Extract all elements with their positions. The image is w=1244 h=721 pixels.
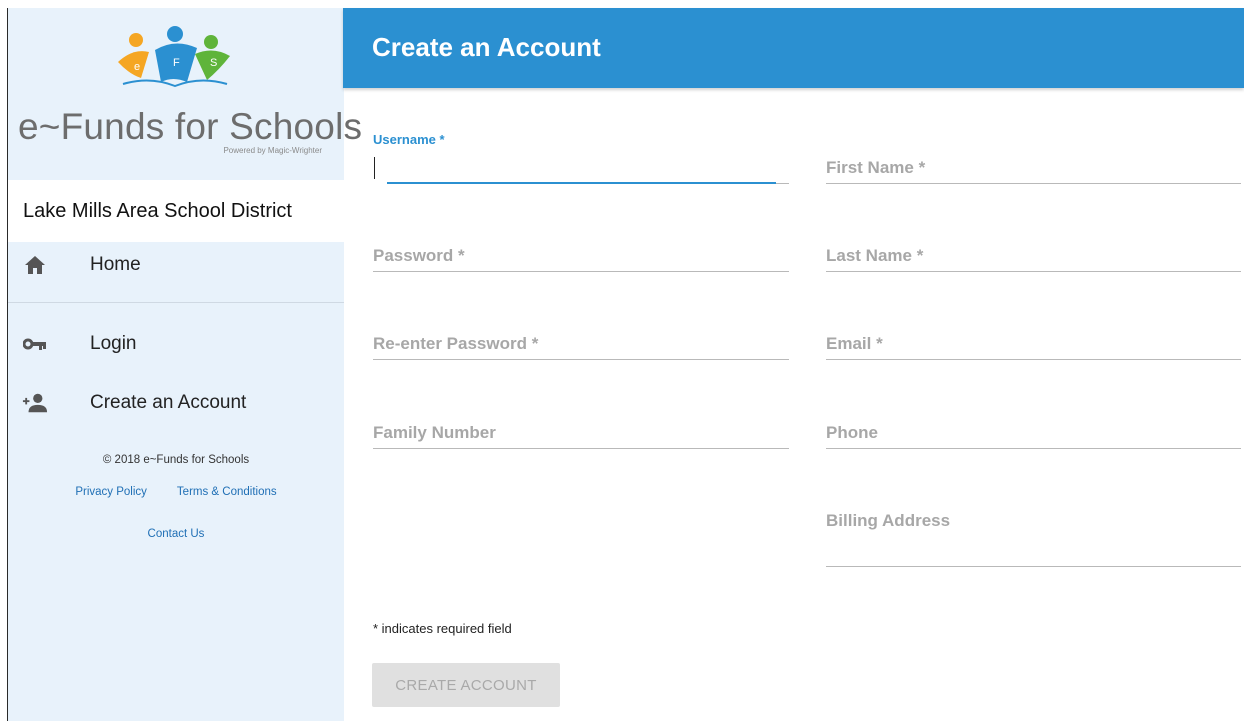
family-number-label: Family Number — [373, 423, 496, 442]
page-header: Create an Account — [343, 8, 1244, 88]
brand-tagline: Powered by Magic-Wrighter — [223, 146, 322, 155]
copyright: © 2018 e~Funds for Schools — [102, 454, 250, 466]
footer-contact: Contact Us — [8, 528, 344, 540]
username-label: Username * — [373, 132, 445, 147]
add-person-icon — [22, 391, 48, 415]
last-name-label: Last Name * — [826, 246, 924, 265]
reenter-password-underline — [373, 359, 789, 360]
sidebar-divider — [8, 302, 344, 303]
district-name: Lake Mills Area School District — [8, 180, 361, 242]
terms-link[interactable]: Terms & Conditions — [177, 486, 277, 498]
key-icon — [22, 332, 48, 356]
logo-letter-s: S — [210, 57, 217, 69]
brand-name: e~Funds for Schools — [18, 106, 363, 147]
home-icon — [22, 253, 48, 277]
password-underline — [373, 271, 789, 272]
contact-us-link[interactable]: Contact Us — [148, 528, 205, 540]
efs-logo-icon: e F S — [118, 26, 230, 88]
last-name-field[interactable]: Last Name * — [826, 245, 1241, 273]
username-underline-active — [387, 182, 776, 184]
billing-address-field[interactable]: Billing Address — [826, 510, 1241, 568]
first-name-underline — [826, 183, 1241, 184]
footer-links: Privacy Policy Terms & Conditions — [8, 486, 344, 498]
sidebar-item-label: Home — [90, 254, 141, 275]
email-underline — [826, 359, 1241, 360]
phone-underline — [826, 448, 1241, 449]
reenter-password-field[interactable]: Re-enter Password * — [373, 333, 789, 361]
privacy-policy-link[interactable]: Privacy Policy — [75, 486, 147, 498]
family-number-field[interactable]: Family Number — [373, 422, 789, 450]
username-input[interactable] — [374, 156, 792, 184]
sidebar: e F S e~Funds for Schools Powered by Mag… — [7, 8, 362, 721]
sidebar-item-login[interactable]: Login — [8, 324, 344, 364]
logo-letter-f: F — [173, 57, 180, 69]
create-account-button[interactable]: CREATE ACCOUNT — [372, 663, 560, 707]
email-label: Email * — [826, 334, 883, 353]
logo-letter-e: e — [134, 61, 140, 73]
first-name-field[interactable]: First Name * — [826, 157, 1241, 185]
required-field-note: * indicates required field — [373, 621, 512, 636]
last-name-underline — [826, 271, 1241, 272]
password-field[interactable]: Password * — [373, 245, 789, 273]
sidebar-item-home[interactable]: Home — [8, 245, 344, 285]
reenter-password-label: Re-enter Password * — [373, 334, 539, 353]
phone-label: Phone — [826, 423, 878, 442]
password-label: Password * — [373, 246, 465, 265]
username-underline — [776, 183, 789, 184]
sidebar-item-label: Login — [90, 333, 137, 354]
brand-logo[interactable]: e F S e~Funds for Schools Powered by Mag… — [8, 8, 362, 176]
first-name-label: First Name * — [826, 158, 926, 177]
family-number-underline — [373, 448, 789, 449]
phone-field[interactable]: Phone — [826, 422, 1241, 450]
sidebar-item-create-account[interactable]: Create an Account — [8, 383, 344, 423]
billing-address-label: Billing Address — [826, 511, 951, 530]
billing-address-underline — [826, 566, 1241, 567]
page-title: Create an Account — [372, 32, 601, 62]
sidebar-item-label: Create an Account — [90, 392, 247, 413]
email-field[interactable]: Email * — [826, 333, 1241, 361]
